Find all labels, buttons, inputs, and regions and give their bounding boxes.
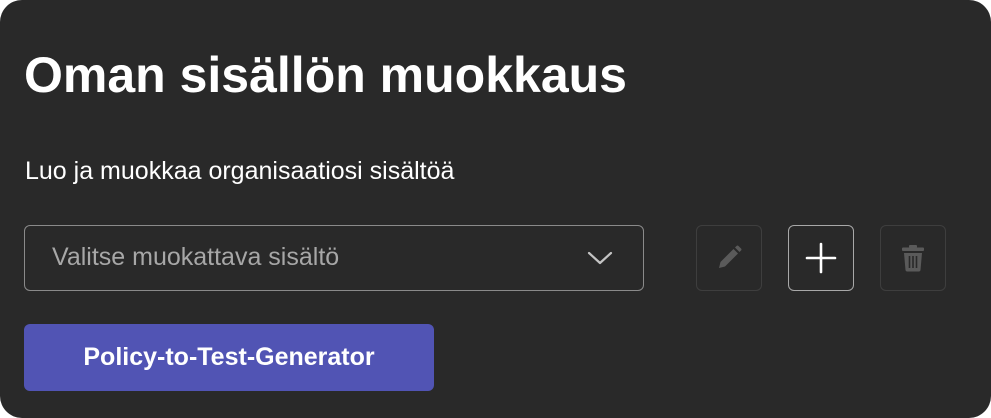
pencil-icon [719, 245, 742, 268]
plus-icon [805, 242, 837, 274]
add-content-button[interactable] [788, 225, 854, 291]
policy-to-test-generator-button[interactable]: Policy-to-Test-Generator [24, 324, 434, 391]
content-select-placeholder: Valitse muokattava sisältö [52, 243, 340, 271]
trash-icon [902, 245, 924, 272]
delete-content-button[interactable] [880, 225, 946, 291]
edit-content-button[interactable] [696, 225, 762, 291]
content-editor-panel: Oman sisällön muokkaus Luo ja muokkaa or… [0, 0, 991, 418]
chevron-down-icon [587, 251, 613, 265]
page-title: Oman sisällön muokkaus [24, 47, 627, 103]
page-subtitle: Luo ja muokkaa organisaatiosi sisältöä [25, 157, 455, 185]
content-select-dropdown[interactable]: Valitse muokattava sisältö [24, 225, 644, 291]
